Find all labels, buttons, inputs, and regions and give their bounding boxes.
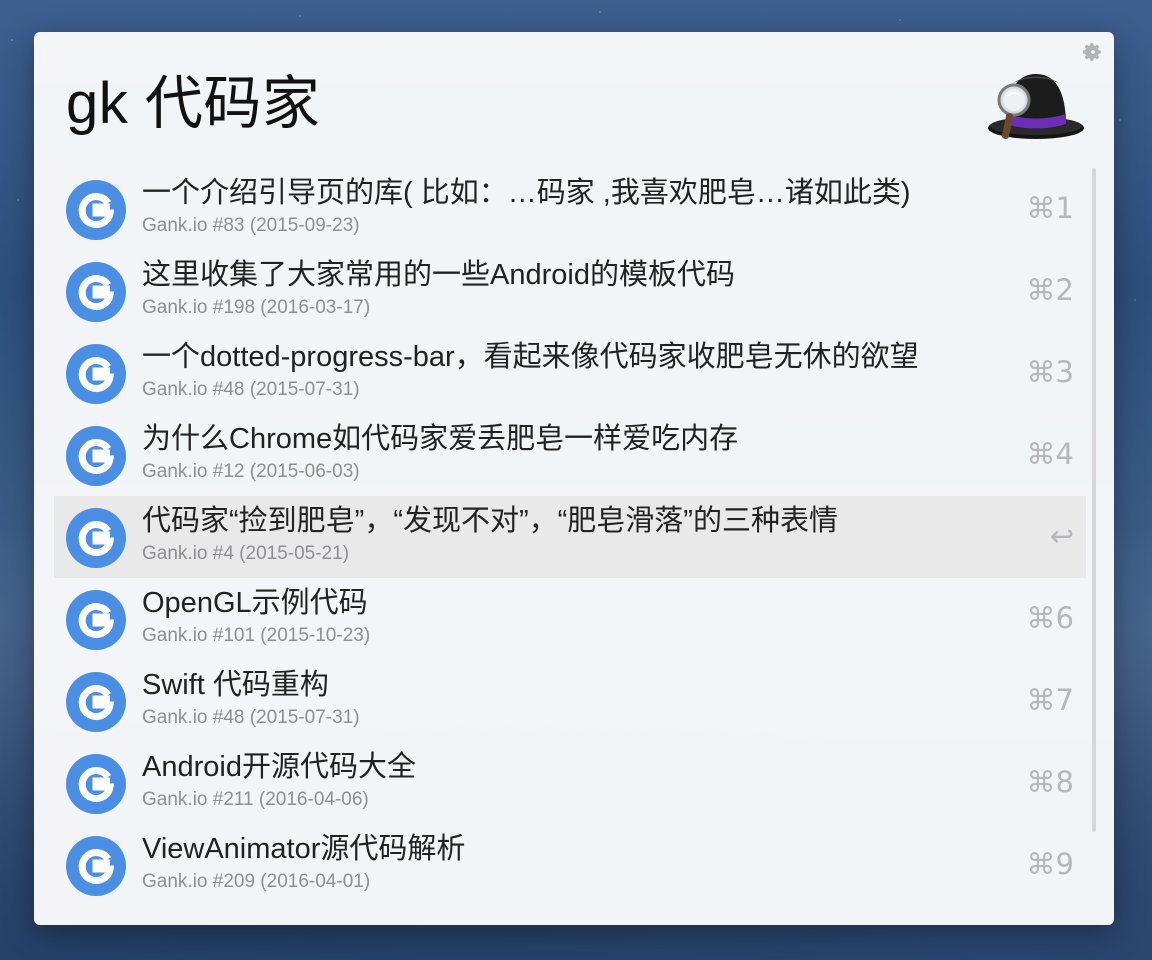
shortcut-label: ⌘8 [1026, 765, 1074, 799]
shortcut-label: ⌘2 [1026, 273, 1074, 307]
alfred-hat-logo [988, 74, 1084, 139]
result-title: 这里收集了大家常用的一些Android的模板代码 [142, 259, 735, 291]
results-list: 一个介绍引导页的库( 比如：…码家 ,我喜欢肥皂…诸如此类) Gank.io #… [54, 168, 1086, 906]
google-g-icon [66, 508, 126, 568]
google-g-icon [66, 590, 126, 650]
shortcut-label: ⌘3 [1026, 355, 1074, 389]
google-g-icon [66, 344, 126, 404]
result-subtitle: Gank.io #198 (2016-03-17) [142, 297, 371, 318]
result-title: 一个介绍引导页的库( 比如：…码家 ,我喜欢肥皂…诸如此类) [142, 177, 911, 209]
alfred-window: gk 代码家 一个介绍引导页的库( 比如：…码家 ,我喜欢肥皂…诸如此类) Ga… [34, 32, 1114, 925]
result-subtitle: Gank.io #48 (2015-07-31) [142, 707, 360, 728]
result-subtitle: Gank.io #209 (2016-04-01) [142, 871, 371, 892]
search-input[interactable]: gk 代码家 [66, 70, 320, 138]
result-subtitle: Gank.io #83 (2015-09-23) [142, 215, 360, 236]
result-subtitle: Gank.io #48 (2015-07-31) [142, 379, 360, 400]
result-title: OpenGL示例代码 [142, 587, 368, 619]
shortcut-label: ⌘1 [1026, 191, 1074, 225]
result-title: 一个dotted-progress-bar，看起来像代码家收肥皂无休的欲望 [142, 341, 919, 373]
result-title: Android开源代码大全 [142, 751, 416, 783]
result-row[interactable]: OpenGL示例代码 Gank.io #101 (2015-10-23) ⌘6 [54, 578, 1086, 660]
result-subtitle: Gank.io #211 (2016-04-06) [142, 789, 369, 810]
shortcut-label: ⌘7 [1026, 683, 1074, 717]
result-row[interactable]: Android开源代码大全 Gank.io #211 (2016-04-06) … [54, 742, 1086, 824]
shortcut-label: ⌘6 [1026, 601, 1074, 635]
return-key-icon: ↩ [1049, 519, 1074, 553]
result-subtitle: Gank.io #101 (2015-10-23) [142, 625, 371, 646]
result-row[interactable]: 这里收集了大家常用的一些Android的模板代码 Gank.io #198 (2… [54, 250, 1086, 332]
shortcut-label: ⌘9 [1026, 847, 1074, 881]
result-title: Swift 代码重构 [142, 669, 329, 701]
result-row[interactable]: 一个介绍引导页的库( 比如：…码家 ,我喜欢肥皂…诸如此类) Gank.io #… [54, 168, 1086, 250]
shortcut-label: ⌘4 [1026, 437, 1074, 471]
result-row[interactable]: 一个dotted-progress-bar，看起来像代码家收肥皂无休的欲望 Ga… [54, 332, 1086, 414]
result-subtitle: Gank.io #4 (2015-05-21) [142, 543, 350, 564]
result-row[interactable]: ViewAnimator源代码解析 Gank.io #209 (2016-04-… [54, 824, 1086, 906]
google-g-icon [66, 262, 126, 322]
google-g-icon [66, 754, 126, 814]
result-subtitle: Gank.io #12 (2015-06-03) [142, 461, 360, 482]
result-title: 代码家“捡到肥皂”，“发现不对”，“肥皂滑落”的三种表情 [142, 505, 838, 537]
google-g-icon [66, 426, 126, 486]
result-row-selected[interactable]: 代码家“捡到肥皂”，“发现不对”，“肥皂滑落”的三种表情 Gank.io #4 … [54, 496, 1086, 578]
scrollbar[interactable] [1092, 168, 1096, 832]
result-title: ViewAnimator源代码解析 [142, 833, 466, 865]
result-row[interactable]: 为什么Chrome如代码家爱丢肥皂一样爱吃内存 Gank.io #12 (201… [54, 414, 1086, 496]
google-g-icon [66, 180, 126, 240]
google-g-icon [66, 672, 126, 732]
google-g-icon [66, 836, 126, 896]
result-title: 为什么Chrome如代码家爱丢肥皂一样爱吃内存 [142, 423, 739, 455]
result-row[interactable]: Swift 代码重构 Gank.io #48 (2015-07-31) ⌘7 [54, 660, 1086, 742]
